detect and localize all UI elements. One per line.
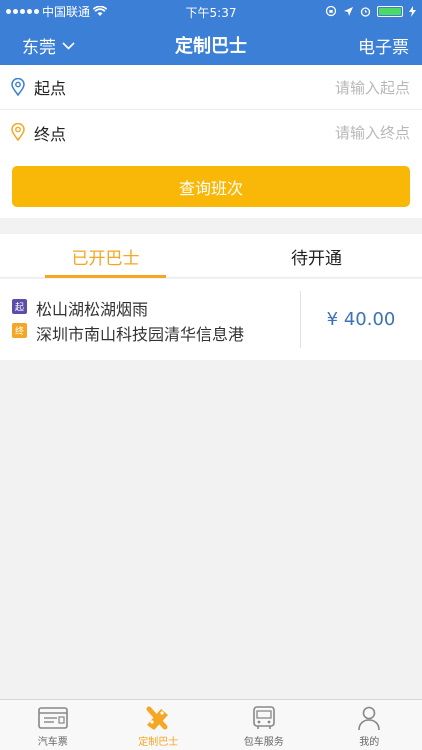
status-bar: 中国联通 下午5:37 — [0, 0, 422, 22]
profile-icon — [358, 706, 381, 731]
start-point-field[interactable]: 起点 请输入起点 — [0, 65, 422, 110]
location-pin-orange-icon — [11, 123, 25, 141]
tabbar-item-bus-ticket[interactable]: 汽车票 — [0, 700, 106, 750]
tabbar-item-profile[interactable]: 我的 — [317, 700, 422, 750]
end-point-placeholder: 请输入终点 — [334, 124, 410, 142]
tabbar-label: 汽车票 — [37, 737, 68, 748]
end-badge: 终 — [12, 323, 27, 338]
route-end-stop: 深圳市南山科技园清华信息港 — [36, 325, 245, 344]
bus-icon — [252, 706, 275, 729]
ticket-icon — [37, 707, 68, 729]
status-time: 下午5:37 — [185, 6, 237, 20]
city-selector[interactable]: 东莞 — [22, 33, 75, 58]
active-tab-indicator — [45, 275, 166, 278]
query-schedule-button[interactable]: 查询班次 — [12, 166, 410, 207]
route-price: ¥ 40.00 — [326, 309, 396, 330]
location-pin-blue-icon — [11, 78, 25, 96]
city-label: 东莞 — [22, 38, 56, 58]
tabbar-label: 定制巴士 — [138, 737, 179, 748]
app-header: 中国联通 下午5:37 东莞 定制巴士 电子票 — [0, 0, 422, 65]
battery-icon — [377, 5, 403, 17]
tabbar-label: 包车服务 — [243, 737, 284, 748]
start-point-label: 起点 — [34, 79, 67, 98]
tabbar-label: 我的 — [359, 737, 380, 748]
bus-tabs: 已开巴士 待开通 — [0, 234, 422, 278]
start-badge: 起 — [12, 299, 27, 314]
start-point-placeholder: 请输入起点 — [334, 78, 410, 97]
search-form: 起点 请输入起点 终点 请输入终点 查询班次 — [0, 65, 422, 218]
custom-bus-icon — [146, 706, 169, 730]
route-start-stop: 松山湖松湖烟雨 — [36, 300, 149, 319]
end-point-label: 终点 — [34, 124, 67, 144]
tab-pending-buses[interactable]: 待开通 — [211, 234, 422, 278]
route-list-item[interactable]: 起 松山湖松湖烟雨 终 深圳市南山科技园清华信息港 ¥ 40.00 — [0, 279, 422, 360]
chevron-down-icon — [62, 41, 75, 50]
tabbar-item-custom-bus[interactable]: 定制巴士 — [106, 700, 212, 750]
tabbar-item-charter[interactable]: 包车服务 — [211, 700, 317, 750]
navigation-bar: 东莞 定制巴士 电子票 — [0, 22, 422, 65]
end-point-field[interactable]: 终点 请输入终点 — [0, 110, 422, 155]
e-ticket-button[interactable]: 电子票 — [358, 33, 409, 58]
tab-opened-buses[interactable]: 已开巴士 — [0, 234, 211, 278]
bottom-tab-bar: 汽车票 定制巴士 包车服务 我的 — [0, 699, 422, 750]
